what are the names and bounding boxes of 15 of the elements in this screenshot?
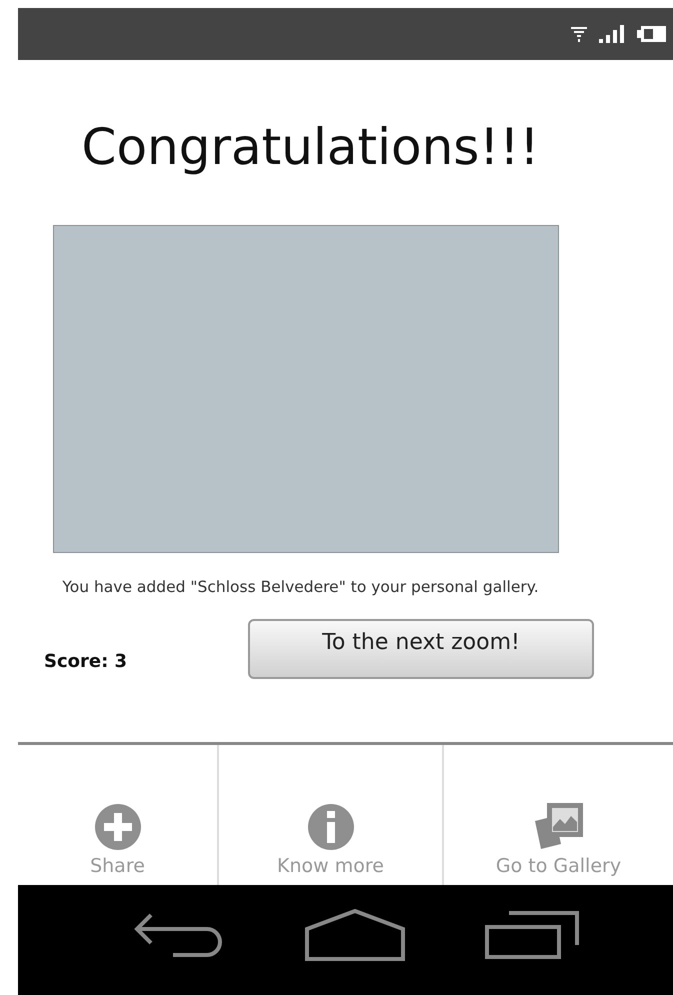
score-label: Score: 3 bbox=[44, 650, 128, 672]
home-icon[interactable] bbox=[304, 909, 404, 961]
plus-icon[interactable] bbox=[94, 803, 142, 851]
back-icon[interactable] bbox=[132, 911, 224, 959]
recent-apps-icon[interactable] bbox=[484, 911, 578, 959]
wifi-icon bbox=[571, 25, 587, 43]
action-label[interactable]: Share bbox=[90, 855, 145, 877]
page-title: Congratulations!!! bbox=[82, 118, 540, 178]
battery-icon bbox=[637, 25, 667, 43]
info-icon[interactable] bbox=[306, 803, 354, 851]
message-text: You have added "Schloss Belvedere" to your personal gallery. bbox=[61, 577, 540, 598]
action-label[interactable]: Go to Gallery bbox=[496, 855, 622, 877]
signal-icon bbox=[599, 25, 625, 43]
next-zoom-button[interactable]: To the next zoom! bbox=[248, 619, 594, 679]
action-label[interactable]: Know more bbox=[277, 855, 384, 877]
